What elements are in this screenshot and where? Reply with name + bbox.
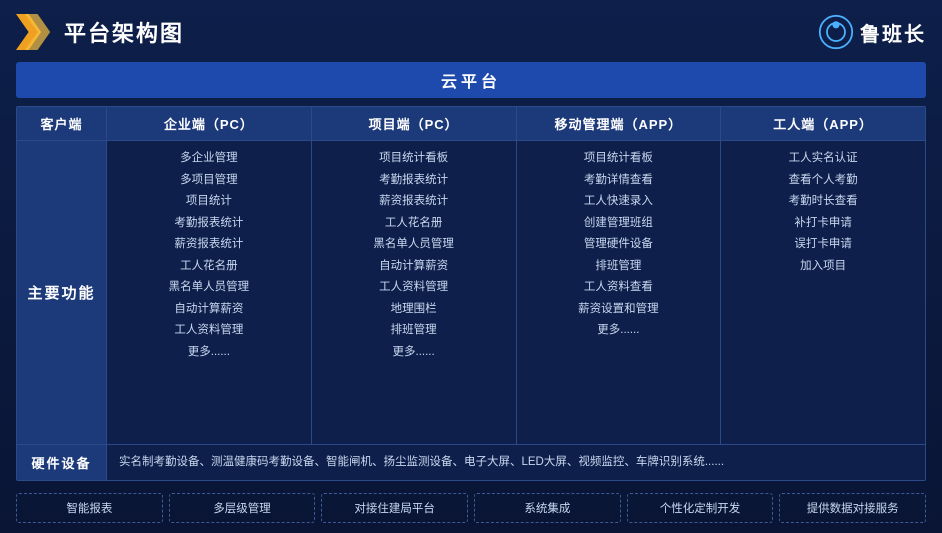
col-header-enterprise: 企业端（PC） — [107, 107, 312, 140]
feature-item: 工人资料管理 — [113, 321, 305, 341]
feature-item: 更多...... — [318, 343, 510, 363]
project-features: 项目统计看板考勤报表统计薪资报表统计工人花名册黑名单人员管理自动计算薪资工人资料… — [312, 141, 517, 444]
feature-item: 查看个人考勤 — [727, 171, 919, 191]
feature-item: 工人资料查看 — [523, 278, 715, 298]
header: 平台架构图 鲁班长 — [16, 10, 926, 54]
col-header-project: 项目端（PC） — [312, 107, 517, 140]
feature-item: 创建管理班组 — [523, 214, 715, 234]
col-header-mobile: 移动管理端（APP） — [517, 107, 722, 140]
mobile-features: 项目统计看板考勤详情查看工人快速录入创建管理班组管理硬件设备排班管理工人资料查看… — [517, 141, 722, 444]
feature-item: 管理硬件设备 — [523, 235, 715, 255]
feature-item: 黑名单人员管理 — [113, 278, 305, 298]
feature-item: 工人快速录入 — [523, 192, 715, 212]
feature-item: 考勤报表统计 — [113, 214, 305, 234]
feature-item: 薪资报表统计 — [113, 235, 305, 255]
col-header-worker: 工人端（APP） — [721, 107, 925, 140]
feature-item: 项目统计看板 — [318, 149, 510, 169]
feature-item: 误打卡申请 — [727, 235, 919, 255]
enterprise-features: 多企业管理多项目管理项目统计考勤报表统计薪资报表统计工人花名册黑名单人员管理自动… — [107, 141, 312, 444]
service-item: 个性化定制开发 — [627, 493, 774, 523]
feature-item: 工人花名册 — [318, 214, 510, 234]
feature-item: 项目统计看板 — [523, 149, 715, 169]
page-wrapper: 平台架构图 鲁班长 云平台 客户端 企业端（PC） 项目端（PC） 移动管理端（… — [0, 0, 942, 533]
worker-features: 工人实名认证查看个人考勤考勤时长查看补打卡申请误打卡申请加入项目 — [721, 141, 925, 444]
hardware-label: 硬件设备 — [17, 445, 107, 480]
cloud-platform-row: 云平台 — [16, 62, 926, 98]
feature-item: 更多...... — [113, 343, 305, 363]
service-item: 多层级管理 — [169, 493, 316, 523]
feature-item: 薪资设置和管理 — [523, 300, 715, 320]
feature-item: 考勤报表统计 — [318, 171, 510, 191]
brand-logo: 鲁班长 — [818, 14, 926, 50]
col-header-client: 客户端 — [17, 107, 107, 140]
cloud-platform-label: 云平台 — [441, 74, 501, 91]
feature-item: 工人花名册 — [113, 257, 305, 277]
hardware-content: 实名制考勤设备、测温健康码考勤设备、智能闸机、扬尘监测设备、电子大屏、LED大屏… — [107, 445, 925, 480]
content-row: 主要功能 多企业管理多项目管理项目统计考勤报表统计薪资报表统计工人花名册黑名单人… — [17, 141, 925, 444]
main-table: 客户端 企业端（PC） 项目端（PC） 移动管理端（APP） 工人端（APP） … — [16, 106, 926, 481]
feature-item: 工人资料管理 — [318, 278, 510, 298]
main-feature-label: 主要功能 — [17, 141, 107, 444]
feature-item: 黑名单人员管理 — [318, 235, 510, 255]
service-item: 系统集成 — [474, 493, 621, 523]
header-left: 平台架构图 — [16, 14, 184, 50]
feature-item: 补打卡申请 — [727, 214, 919, 234]
feature-item: 薪资报表统计 — [318, 192, 510, 212]
feature-item: 考勤时长查看 — [727, 192, 919, 212]
service-item: 对接住建局平台 — [321, 493, 468, 523]
brand-icon — [818, 14, 854, 50]
feature-item: 排班管理 — [523, 257, 715, 277]
feature-item: 多企业管理 — [113, 149, 305, 169]
feature-item: 加入项目 — [727, 257, 919, 277]
brand-name: 鲁班长 — [860, 18, 926, 47]
service-item: 智能报表 — [16, 493, 163, 523]
feature-item: 地理围栏 — [318, 300, 510, 320]
feature-item: 自动计算薪资 — [113, 300, 305, 320]
logo-icon — [16, 14, 52, 50]
services-row: 智能报表多层级管理对接住建局平台系统集成个性化定制开发提供数据对接服务 — [16, 493, 926, 523]
header-title: 平台架构图 — [64, 16, 184, 48]
feature-item: 更多...... — [523, 321, 715, 341]
feature-item: 项目统计 — [113, 192, 305, 212]
feature-item: 自动计算薪资 — [318, 257, 510, 277]
feature-item: 排班管理 — [318, 321, 510, 341]
col-headers: 客户端 企业端（PC） 项目端（PC） 移动管理端（APP） 工人端（APP） — [17, 107, 925, 141]
hardware-row: 硬件设备 实名制考勤设备、测温健康码考勤设备、智能闸机、扬尘监测设备、电子大屏、… — [17, 444, 925, 480]
feature-item: 多项目管理 — [113, 171, 305, 191]
service-item: 提供数据对接服务 — [779, 493, 926, 523]
feature-item: 考勤详情查看 — [523, 171, 715, 191]
feature-item: 工人实名认证 — [727, 149, 919, 169]
